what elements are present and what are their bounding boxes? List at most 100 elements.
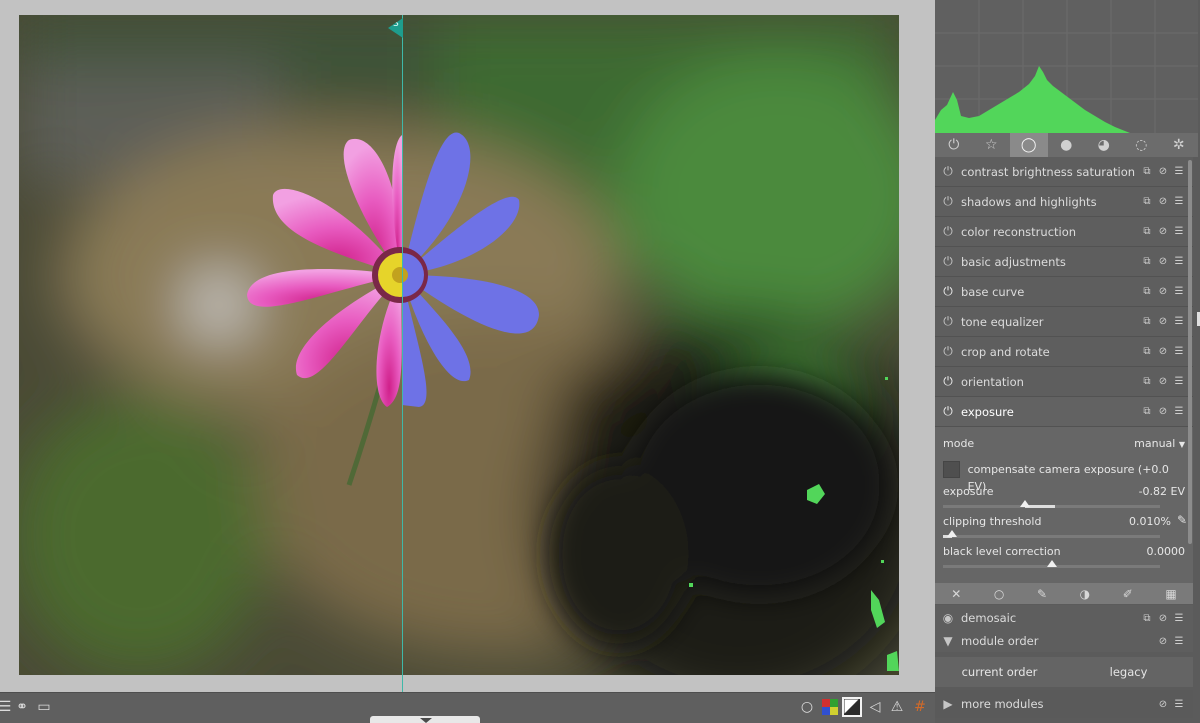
power-icon[interactable]: ⏻ [935,344,961,359]
presets-icon[interactable]: ☰ [1173,316,1185,328]
exposure-slider[interactable] [943,500,1160,508]
more-modules-header[interactable]: ▶ more modules ⊘ ☰ [935,690,1193,718]
instance-icon[interactable]: ⧉ [1141,406,1153,418]
styles-icon[interactable]: ⚭ [12,697,32,717]
histogram[interactable] [935,0,1198,133]
current-order-button[interactable]: current order [935,665,1064,679]
presets-icon[interactable]: ☰ [1173,698,1185,710]
drawn-mask-icon[interactable]: ✎ [1037,587,1047,601]
overexposure-toggle-icon[interactable] [842,697,862,717]
module-row[interactable]: ⏻ crop and rotate ⧉ ⊘ ☰ [935,337,1193,367]
presets-icon[interactable]: ☰ [1173,226,1185,238]
second-window-icon[interactable]: ▭ [34,697,54,717]
instance-icon[interactable]: ⧉ [1141,226,1153,238]
presets-icon[interactable]: ☰ [1173,376,1185,388]
reset-icon[interactable]: ⊘ [1157,226,1169,238]
reset-icon[interactable]: ⊘ [1157,256,1169,268]
module-row[interactable]: ⏻ orientation ⧉ ⊘ ☰ [935,367,1193,397]
module-label: basic adjustments [961,254,1066,269]
warning-icon[interactable]: ⚠ [888,697,906,717]
reset-icon[interactable]: ⊘ [1157,286,1169,298]
power-icon[interactable]: ⏻ [935,164,961,179]
filmstrip-toggle-handle[interactable] [370,716,480,723]
module-label: contrast brightness saturation [961,164,1136,179]
reset-icon[interactable]: ⊘ [1157,316,1169,328]
module-row[interactable]: ⏻ contrast brightness saturation ⧉ ⊘ ☰ [935,157,1193,187]
mode-row[interactable]: mode manual ▼ [943,437,1185,450]
instance-icon[interactable]: ⧉ [1141,286,1153,298]
module-list: ⏻ contrast brightness saturation ⧉ ⊘ ☰ ⏻ shado… [935,157,1193,583]
power-icon[interactable]: ⏻ [935,254,961,269]
effects-icon[interactable]: ✲ [1160,133,1198,157]
module-scrollbar[interactable] [1188,160,1192,544]
module-row[interactable]: ⏻ shadows and highlights ⧉ ⊘ ☰ [935,187,1193,217]
module-demosaic[interactable]: ◉ demosaic ⧉ ⊘ ☰ [935,605,1193,631]
instance-icon[interactable]: ⧉ [1141,376,1153,388]
reset-icon[interactable]: ⊘ [1157,698,1169,710]
presets-icon[interactable]: ☰ [1173,406,1185,418]
softproof-icon[interactable] [820,697,840,717]
clipping-slider-knob[interactable] [946,530,957,537]
comparison-split-line[interactable] [402,15,403,692]
black-slider-label-row: black level correction 0.0000 [943,545,1185,558]
power-icon[interactable]: ⏻ [935,374,961,389]
power-icon[interactable]: ⏻ [935,133,973,157]
instance-icon[interactable]: ⧉ [1141,256,1153,268]
black-level-slider-knob[interactable] [1046,560,1057,567]
guides-icon[interactable]: # [910,697,930,717]
module-row[interactable]: ⏻ color reconstruction ⧉ ⊘ ☰ [935,217,1193,247]
clipping-slider[interactable] [943,530,1160,538]
reset-icon[interactable]: ⊘ [1157,196,1169,208]
black-level-slider[interactable] [943,560,1160,568]
instance-icon[interactable]: ⧉ [1141,316,1153,328]
circle-icon[interactable]: ◯ [1010,133,1048,157]
presets-icon[interactable]: ☰ [1173,196,1185,208]
gamut-check-icon[interactable]: ◁ [866,697,884,717]
raster-mask-icon[interactable]: ▦ [1165,587,1176,601]
color-wheel-icon[interactable]: ◕ [1085,133,1123,157]
correct-icon[interactable]: ◌ [1123,133,1161,157]
exposure-slider-knob[interactable] [1020,500,1031,507]
parametric-mask-icon[interactable]: ◑ [1080,587,1090,601]
presets-icon[interactable]: ☰ [1173,286,1185,298]
black-level-label: black level correction [943,545,1061,558]
module-label: crop and rotate [961,344,1050,359]
module-row[interactable]: ⏻ exposure ⧉ ⊘ ☰ [935,397,1193,427]
module-row[interactable]: ⏻ basic adjustments ⧉ ⊘ ☰ [935,247,1193,277]
module-row[interactable]: ⏻ tone equalizer ⧉ ⊘ ☰ [935,307,1193,337]
reset-icon[interactable]: ⊘ [1157,406,1169,418]
presets-icon[interactable]: ☰ [1173,166,1185,178]
instance-icon[interactable]: ⧉ [1141,346,1153,358]
color-assessment-icon[interactable]: ○ [798,697,816,717]
uniform-mask-icon[interactable]: ○ [994,587,1004,601]
reset-icon[interactable]: ⊘ [1157,635,1169,647]
reset-icon[interactable]: ⊘ [1157,346,1169,358]
presets-icon[interactable]: ☰ [1173,256,1185,268]
power-icon[interactable]: ⏻ [935,194,961,209]
module-row[interactable]: ⏻ base curve ⧉ ⊘ ☰ [935,277,1193,307]
compensate-checkbox[interactable] [943,461,960,478]
photo-canvas[interactable] [19,15,899,675]
instance-icon[interactable]: ⧉ [1141,166,1153,178]
power-icon[interactable]: ⏻ [935,314,961,329]
legacy-button[interactable]: legacy [1064,665,1193,679]
reset-icon[interactable]: ⊘ [1157,166,1169,178]
star-icon[interactable]: ☆ [973,133,1011,157]
presets-icon[interactable]: ☰ [1173,635,1185,647]
menu-icon[interactable]: ☰ [0,697,11,717]
presets-icon[interactable]: ☰ [1173,612,1185,624]
mode-dropdown[interactable]: manual ▼ [1134,437,1185,450]
power-icon[interactable]: ⏻ [935,224,961,239]
power-icon[interactable]: ⏻ [935,284,961,299]
instance-icon[interactable]: ⧉ [1141,612,1153,624]
presets-icon[interactable]: ☰ [1173,346,1185,358]
module-order-header[interactable]: ▼ module order ⊘ ☰ [935,630,1193,652]
color-picker-icon[interactable]: ✎ [1177,513,1187,527]
reset-icon[interactable]: ⊘ [1157,376,1169,388]
instance-icon[interactable]: ⧉ [1141,196,1153,208]
drawn-parametric-mask-icon[interactable]: ✐ [1123,587,1133,601]
reset-icon[interactable]: ⊘ [1157,612,1169,624]
mask-off-icon[interactable]: ✕ [951,587,961,601]
gradient-sphere-icon[interactable]: ● [1048,133,1086,157]
power-icon[interactable]: ⏻ [935,404,961,419]
